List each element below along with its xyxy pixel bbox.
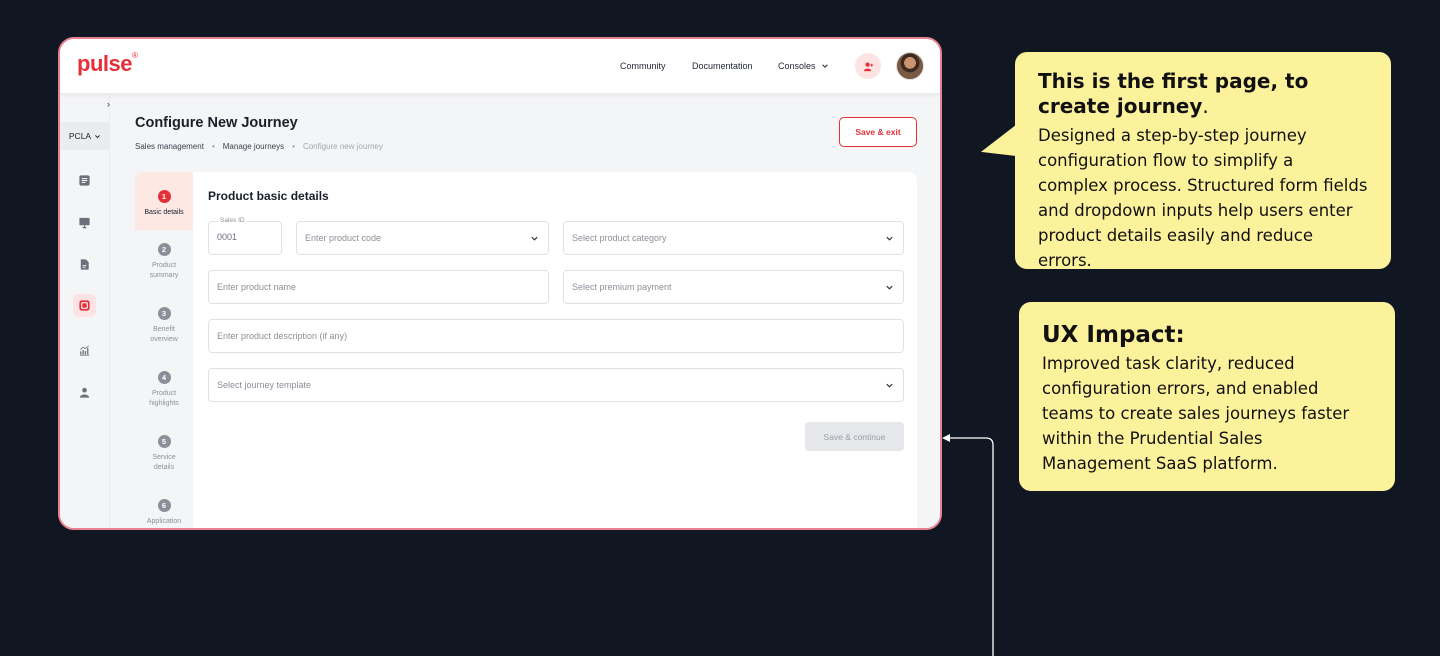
premium-payment-placeholder: Select premium payment [572, 282, 672, 292]
avatar[interactable] [896, 52, 924, 80]
nav-consoles[interactable]: Consoles [778, 61, 829, 71]
product-code-select[interactable]: Enter product code [296, 221, 549, 255]
step-label: Basic details [144, 209, 184, 216]
step-number: 3 [157, 307, 171, 320]
step-label: Application [146, 518, 182, 525]
chevron-down-icon [886, 285, 893, 290]
step-number: 4 [157, 371, 171, 384]
step-number: 6 [157, 499, 171, 512]
callout-first-page: This is the first page, to create journe… [1015, 52, 1391, 270]
user-menu-button[interactable] [855, 53, 881, 79]
callout-ux-impact: UX Impact: Improved task clarity, reduce… [1019, 302, 1395, 491]
step-label: Product highlights [149, 390, 179, 407]
chevron-down-icon [95, 134, 101, 138]
top-navbar: pulse® Community Documentation Consoles [60, 39, 940, 93]
list-icon[interactable] [77, 173, 92, 188]
step-application[interactable]: 6 Application [135, 499, 193, 527]
app-window: pulse® Community Documentation Consoles … [58, 37, 942, 530]
step-label: Product summary [149, 262, 179, 279]
step-product-summary[interactable]: 2 Product summary [135, 243, 193, 281]
product-category-placeholder: Select product category [572, 233, 667, 243]
workspace: › PCLA Configure New Journey Sales manag… [60, 93, 940, 528]
save-continue-button[interactable]: Save & continue [805, 422, 904, 451]
org-label: PCLA [68, 131, 92, 141]
premium-payment-select[interactable]: Select premium payment [563, 270, 904, 304]
step-number: 1 [157, 190, 171, 203]
breadcrumb-current: Configure new journey [302, 142, 383, 151]
chevron-down-icon [886, 236, 893, 241]
step-label: Benefit overview [150, 326, 178, 343]
callout-first-title: This is the first page, to create journe… [1038, 69, 1368, 119]
person-icon[interactable] [77, 385, 92, 400]
org-switcher[interactable]: PCLA [60, 122, 110, 150]
form-card: 1 Basic details 2 Product summary 3 Bene… [135, 172, 917, 528]
step-number: 5 [157, 435, 171, 448]
callout-ux-title: UX Impact: [1042, 322, 1185, 348]
form-title: Product basic details [208, 189, 329, 203]
callout-pointer [981, 124, 1017, 164]
nav-documentation[interactable]: Documentation [692, 61, 753, 71]
pulse-logo[interactable]: pulse® [77, 51, 138, 77]
step-label: Service details [152, 454, 176, 471]
analytics-icon[interactable] [77, 343, 92, 358]
nav-community[interactable]: Community [620, 61, 666, 71]
callout-ux-description: Improved task clarity, reduced configura… [1042, 354, 1350, 473]
breadcrumb-manage-journeys[interactable]: Manage journeys [223, 142, 284, 151]
chevron-down-icon [886, 383, 893, 388]
product-description-input[interactable]: Enter product description (if any) [208, 319, 904, 353]
step-basic-details[interactable]: 1 Basic details [135, 172, 193, 230]
stepper: 1 Basic details 2 Product summary 3 Bene… [135, 172, 193, 528]
product-name-placeholder: Enter product name [217, 282, 297, 292]
step-service-details[interactable]: 5 Service details [135, 435, 193, 473]
callout-first-title-end: . [1202, 94, 1209, 118]
logo-text: pulse [77, 51, 132, 76]
breadcrumb-separator: • [211, 142, 215, 151]
product-name-input[interactable]: Enter product name [208, 270, 549, 304]
logo-mark: ® [131, 51, 138, 60]
breadcrumb-sales-management[interactable]: Sales management [135, 142, 204, 151]
journey-template-placeholder: Select journey template [217, 380, 312, 390]
breadcrumb: Sales management • Manage journeys • Con… [135, 142, 383, 151]
chevron-down-icon [531, 236, 538, 241]
sales-id-field[interactable]: Sales ID 0001 [208, 217, 282, 255]
document-icon[interactable] [77, 257, 92, 272]
journey-template-select[interactable]: Select journey template [208, 368, 904, 402]
callout-first-title-text: This is the first page, to create journe… [1038, 69, 1309, 118]
callout-first-description: Designed a step-by-step journey configur… [1038, 126, 1368, 270]
main-content: Configure New Journey Sales management •… [110, 93, 940, 528]
step-benefit-overview[interactable]: 3 Benefit overview [135, 307, 193, 345]
chevron-down-icon [821, 64, 828, 68]
monitor-icon[interactable] [77, 215, 92, 230]
product-code-placeholder: Enter product code [305, 233, 382, 243]
sidebar: › PCLA [60, 93, 110, 528]
breadcrumb-separator: • [292, 142, 295, 151]
step-number: 2 [157, 243, 171, 256]
page-title: Configure New Journey [135, 115, 298, 131]
product-description-placeholder: Enter product description (if any) [217, 331, 348, 341]
nav-consoles-label: Consoles [778, 61, 816, 71]
product-category-select[interactable]: Select product category [563, 221, 904, 255]
sales-id-value: 0001 [217, 232, 238, 242]
user-icon [863, 62, 873, 71]
journey-icon[interactable] [73, 294, 96, 317]
step-product-highlights[interactable]: 4 Product highlights [135, 371, 193, 409]
sales-id-label: Sales ID [218, 217, 247, 224]
save-exit-button[interactable]: Save & exit [839, 117, 917, 147]
